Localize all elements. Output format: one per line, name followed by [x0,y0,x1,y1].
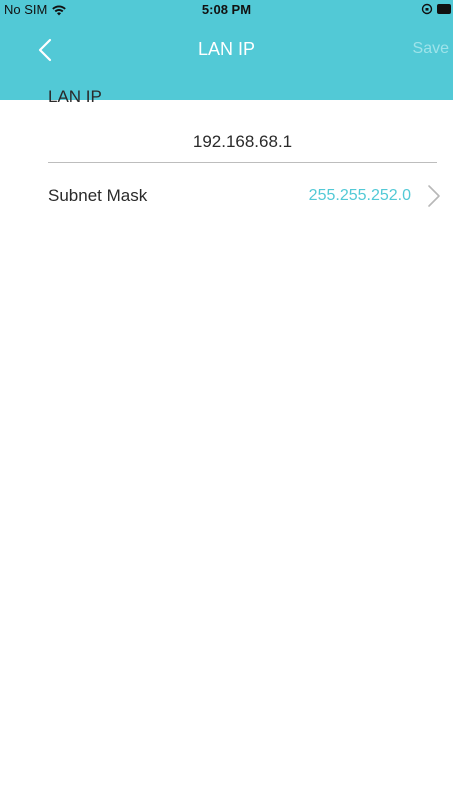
chevron-right-icon [428,185,440,207]
subnet-mask-label: Subnet Mask [48,186,148,205]
subnet-mask-value: 255.255.252.0 [308,187,411,204]
status-indicators [421,3,451,15]
save-button[interactable]: Save [413,40,449,58]
subnet-mask-row[interactable]: Subnet Mask 255.255.252.0 [0,172,453,220]
status-time: 5:08 PM [201,2,252,17]
lan-ip-screen: No SIM 5:08 PM LAN IP Save LAN IP 192.16… [0,0,453,808]
nav-bar: LAN IP Save [0,28,453,72]
lan-ip-label: LAN IP [48,87,102,106]
battery-icon [437,4,451,14]
rotation-lock-icon [421,3,433,15]
status-bar: No SIM 5:08 PM [0,0,453,20]
lan-ip-input[interactable] [48,128,437,163]
page-title: LAN IP [197,39,256,59]
header: No SIM 5:08 PM LAN IP Save [0,0,453,100]
